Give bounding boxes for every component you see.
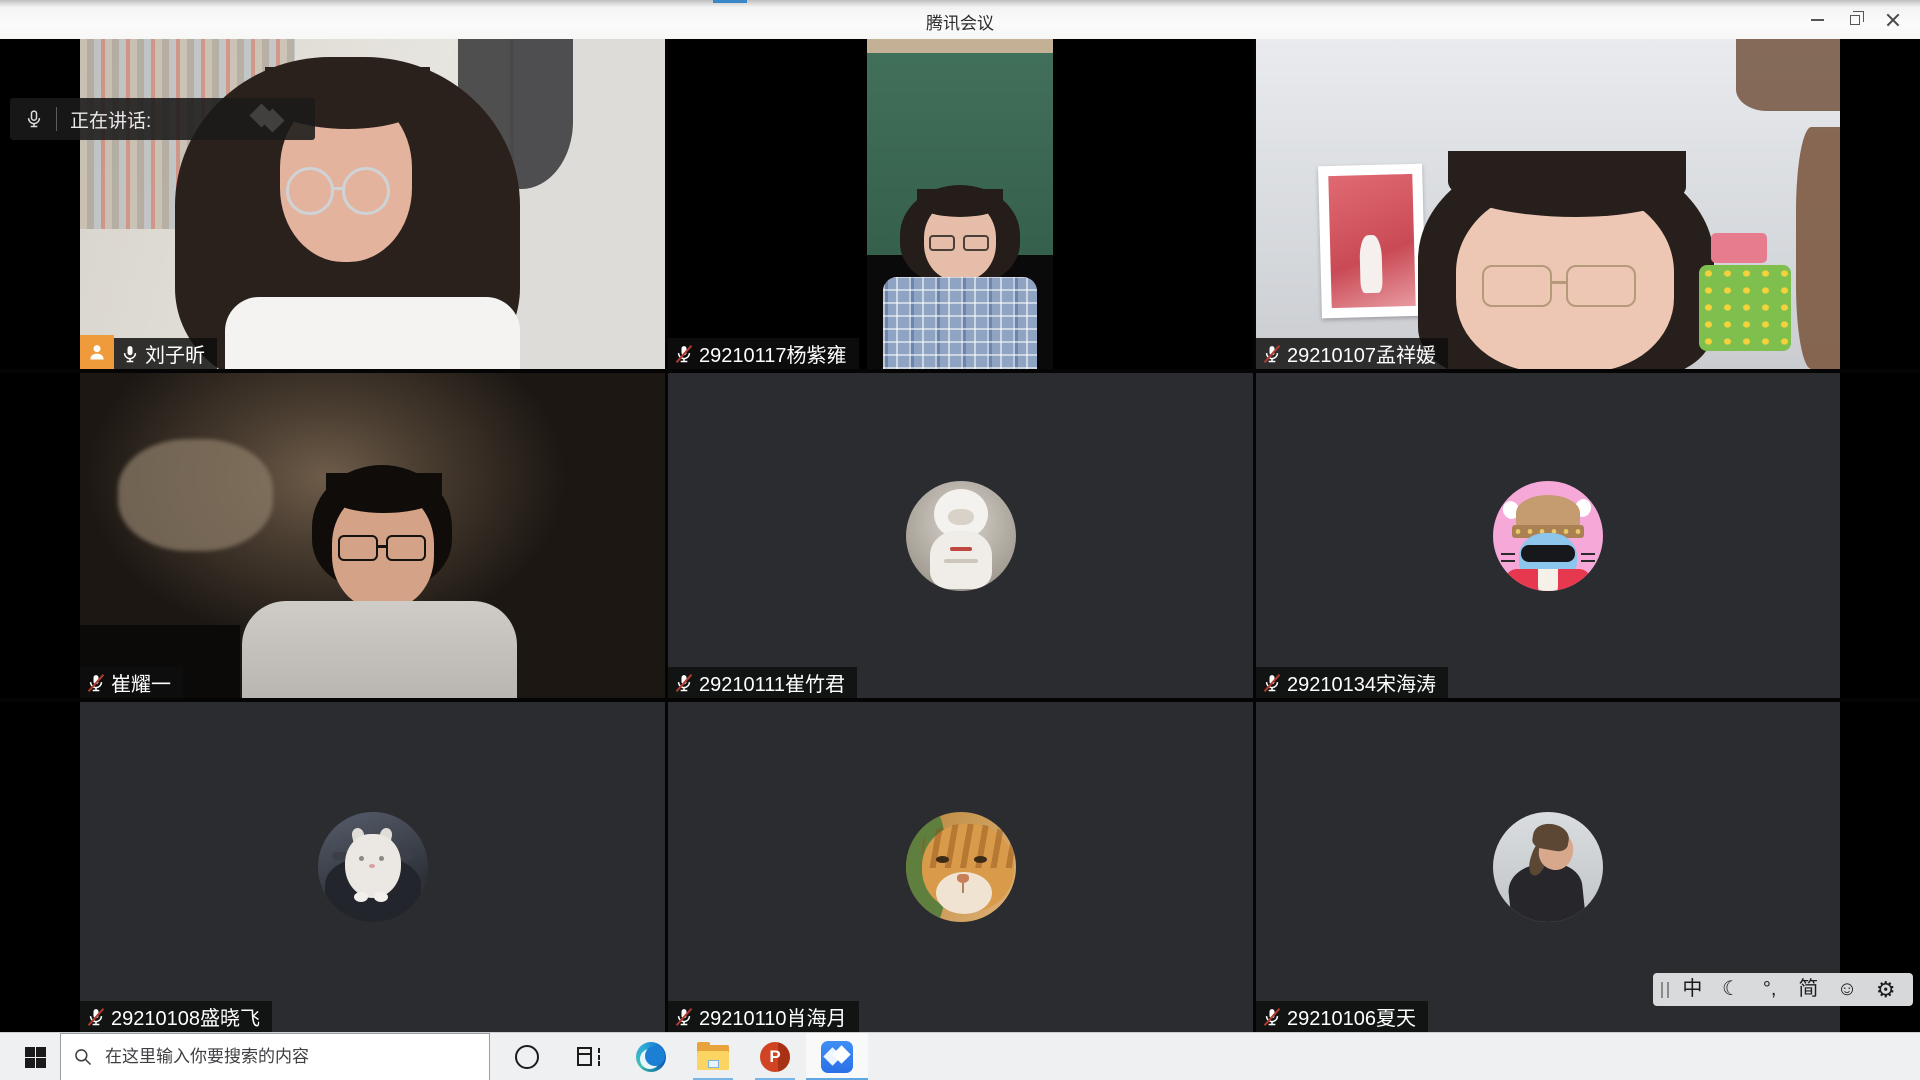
taskbar-search[interactable] [60, 1033, 490, 1080]
mic-muted-icon [86, 673, 106, 693]
tencent-meeting-icon [821, 1041, 853, 1073]
video-tile-7[interactable]: 29210108盛晓飞 [0, 702, 665, 1032]
ime-mode-button[interactable]: 中 [1673, 973, 1712, 1006]
mic-muted-icon [674, 1007, 694, 1027]
participant-name-tag: 29210110肖海月 [668, 1001, 859, 1032]
participant-name-tag: 29210134宋海涛 [1256, 667, 1448, 698]
participant-name-tag: 29210117杨紫雍 [668, 338, 859, 369]
participant-name-tag: 29210108盛晓飞 [80, 1001, 272, 1032]
participant-avatar [318, 812, 428, 922]
taskbar-edge-button[interactable] [620, 1033, 682, 1080]
video-tile-5[interactable]: 29210111崔竹君 [668, 373, 1253, 698]
meeting-logo-watermark [253, 107, 281, 129]
shirt-art [242, 601, 517, 698]
close-button[interactable] [1874, 5, 1912, 35]
taskbar-cortana-button[interactable] [496, 1033, 558, 1080]
close-icon [1886, 13, 1900, 27]
titlebar-accent [713, 0, 747, 3]
mic-muted-icon [1262, 1007, 1282, 1027]
video-grid: 刘子昕 29210117杨紫雍 [0, 39, 1920, 1032]
speaking-banner: 正在讲话: [10, 98, 315, 140]
glasses-art [929, 235, 955, 251]
glasses-art [1482, 265, 1552, 307]
mic-muted-icon [1262, 673, 1282, 693]
mic-icon [120, 344, 140, 364]
video-tile-1[interactable]: 刘子昕 [0, 39, 665, 369]
mic-muted-icon [86, 1007, 106, 1027]
person-icon [87, 342, 107, 362]
window-title: 腾讯会议 [0, 9, 1920, 34]
green-bag-art [1699, 265, 1791, 351]
video-tile-2[interactable]: 29210117杨紫雍 [668, 39, 1253, 369]
participant-avatar [906, 481, 1016, 591]
pillow-art [118, 439, 273, 551]
video-tile-4[interactable]: 崔耀一 [0, 373, 665, 698]
participant-name-tag: 29210111崔竹君 [668, 667, 857, 698]
shirt-art [225, 297, 520, 369]
ime-punctuation-button[interactable]: °, [1750, 973, 1789, 1006]
cortana-icon [515, 1045, 539, 1069]
video-tile-6[interactable]: 29210134宋海涛 [1256, 373, 1920, 698]
video-tile-8[interactable]: 29210110肖海月 [668, 702, 1253, 1032]
ime-fullwidth-moon-icon[interactable]: ☾ [1712, 973, 1751, 1006]
minimize-icon [1811, 19, 1824, 21]
plaid-shirt-art [883, 277, 1037, 369]
powerpoint-icon: P [760, 1042, 790, 1072]
participant-avatar [1493, 812, 1603, 922]
taskbar-taskview-button[interactable] [558, 1033, 620, 1080]
start-button[interactable] [12, 1033, 58, 1080]
participant-name-tag: 刘子昕 [114, 338, 217, 369]
glasses-art [286, 167, 334, 215]
minimize-button[interactable] [1798, 5, 1836, 35]
taskbar-file-explorer-button[interactable] [682, 1033, 744, 1080]
restore-button[interactable] [1836, 5, 1874, 35]
restore-icon [1850, 15, 1860, 25]
mic-icon [24, 109, 44, 129]
video-tile-3[interactable]: 29210107孟祥媛 [1256, 39, 1920, 369]
search-icon [73, 1047, 93, 1067]
taskbar: P ☁ 28°C 多云 ∧ ☁ [0, 1032, 1920, 1080]
ime-charset-button[interactable]: 简 [1789, 973, 1828, 1006]
taskbar-tencent-meeting-button[interactable] [806, 1033, 868, 1080]
participant-name-tag: 崔耀一 [80, 667, 183, 698]
participant-avatar [906, 812, 1016, 922]
participant-name-tag: 29210106夏天 [1256, 1001, 1428, 1032]
ime-settings-gear-icon[interactable]: ⚙ [1866, 973, 1905, 1006]
mic-muted-icon [1262, 344, 1282, 364]
ime-drag-handle[interactable] [1661, 982, 1669, 998]
participant-avatar [1493, 481, 1603, 591]
speaking-participant-badge [80, 335, 114, 369]
desktop: 腾讯会议 [0, 0, 1920, 1080]
ime-emoji-button[interactable]: ☺ [1828, 973, 1867, 1006]
task-view-icon [577, 1045, 601, 1069]
speaking-banner-label: 正在讲话: [70, 106, 151, 133]
taskbar-powerpoint-button[interactable]: P [744, 1033, 806, 1080]
ime-toolbar: 中 ☾ °, 简 ☺ ⚙ [1653, 973, 1913, 1006]
participant-name-tag: 29210107孟祥媛 [1256, 338, 1448, 369]
mic-muted-icon [674, 673, 694, 693]
windows-logo-icon [25, 1047, 46, 1068]
mic-muted-icon [674, 344, 694, 364]
edge-icon [636, 1042, 666, 1072]
arm-art [1796, 127, 1840, 369]
file-explorer-icon [697, 1045, 729, 1070]
search-input[interactable] [103, 1046, 489, 1068]
glasses-art [338, 535, 378, 561]
window-titlebar: 腾讯会议 [0, 0, 1920, 39]
